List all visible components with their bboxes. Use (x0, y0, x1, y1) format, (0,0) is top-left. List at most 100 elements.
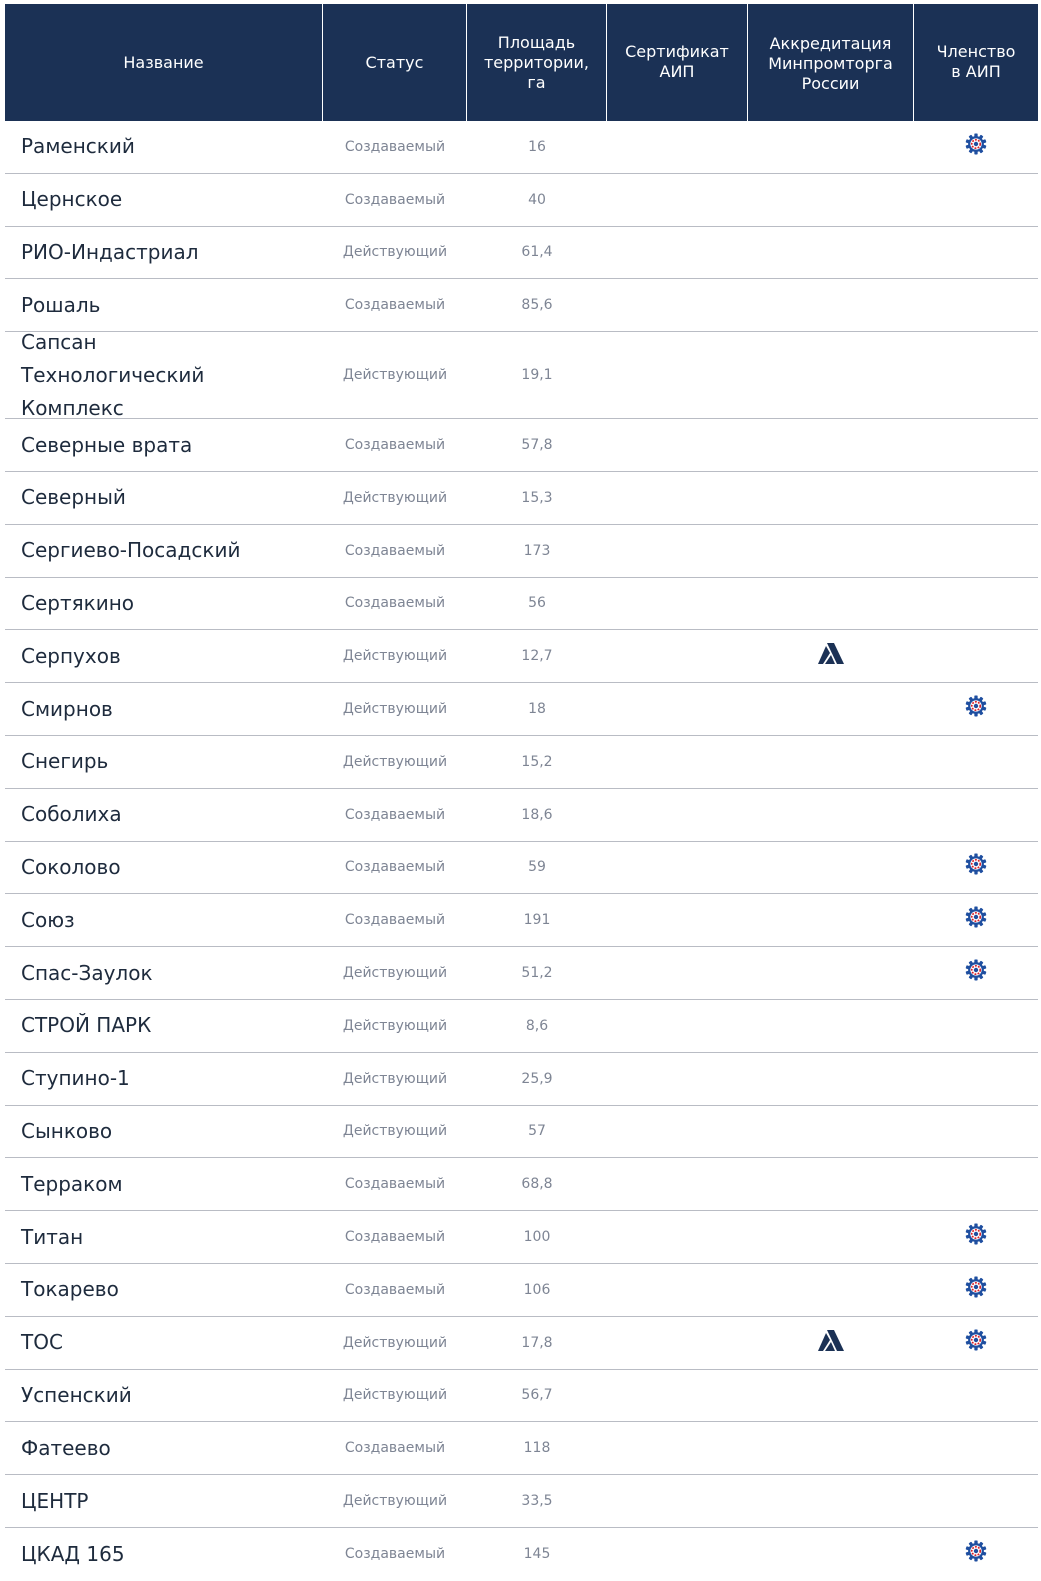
park-area: 40 (528, 191, 546, 208)
table-row: Соколово Создаваемый 59 (5, 842, 1038, 895)
aip-member-gear-icon (965, 695, 987, 717)
header-status: Статус (323, 4, 467, 121)
park-area: 15,3 (521, 489, 553, 506)
membership-cell (914, 133, 1038, 155)
aip-member-gear-icon (965, 133, 987, 155)
park-status: Действующий (342, 1070, 448, 1087)
table-row: Соболиха Создаваемый 18,6 (5, 789, 1038, 842)
table-row: Фатеево Создаваемый 118 (5, 1422, 1038, 1476)
park-status: Создаваемый (344, 806, 446, 823)
table-row: Смирнов Действующий 18 (5, 683, 1038, 736)
park-status: Действующий (342, 648, 448, 665)
park-name: ЦКАД 165 (21, 1541, 125, 1566)
table-row: Северный Действующий 15,3 (5, 472, 1038, 525)
park-name: Сертякино (21, 590, 135, 615)
table-row: Снегирь Действующий 15,2 (5, 736, 1038, 789)
park-area: 15,2 (521, 753, 553, 770)
park-name: Раменский (21, 134, 135, 159)
park-status: Действующий (342, 244, 448, 261)
aip-member-gear-icon (965, 959, 987, 981)
park-status: Создаваемый (344, 912, 446, 929)
accreditation-cell (748, 1329, 914, 1353)
park-name: Титан (21, 1224, 84, 1249)
park-name: Сергиево-Посадский (21, 538, 241, 563)
table-row: Сынково Действующий 57 (5, 1106, 1038, 1159)
park-area: 173 (523, 542, 551, 559)
park-name: Сапсан Технологический Комплекс (21, 329, 205, 420)
park-area: 118 (523, 1440, 551, 1457)
park-status: Создаваемый (344, 1546, 446, 1563)
park-area: 191 (523, 912, 551, 929)
accreditation-cell (748, 643, 914, 666)
park-area: 59 (528, 859, 546, 876)
table-row: Союз Создаваемый 191 (5, 894, 1038, 948)
park-area: 61,4 (521, 244, 553, 261)
park-area: 19,1 (521, 367, 553, 384)
park-status: Создаваемый (344, 138, 446, 155)
park-status: Действующий (342, 1123, 448, 1140)
park-status: Действующий (342, 1334, 448, 1351)
park-name: Соболиха (21, 802, 122, 827)
membership-cell (914, 1276, 1038, 1298)
park-name: Серпухов (21, 643, 121, 668)
park-status: Действующий (342, 965, 448, 982)
aip-member-gear-icon (965, 1329, 987, 1351)
park-name: СТРОЙ ПАРК (21, 1013, 152, 1038)
aip-member-gear-icon (965, 1276, 987, 1298)
park-area: 12,7 (521, 648, 553, 665)
table-row: Спас-Заулок Действующий 51,2 (5, 947, 1038, 1000)
park-name: Терраком (21, 1171, 123, 1196)
table-row: ЦЕНТР Действующий 33,5 (5, 1475, 1038, 1528)
table-row: Северные врата Создаваемый 57,8 (5, 419, 1038, 472)
table-row: Цернское Создаваемый 40 (5, 174, 1038, 227)
table-row: Сапсан Технологический Комплекс Действую… (5, 330, 1038, 420)
park-name: РИО-Индастриал (21, 239, 199, 264)
table-row: ЦКАД 165 Создаваемый 145 (5, 1528, 1038, 1581)
park-area: 18 (528, 701, 546, 718)
header-area: Площадь территории, га (467, 4, 607, 121)
park-name: Снегирь (21, 749, 109, 774)
table-row: Ступино-1 Действующий 25,9 (5, 1053, 1038, 1106)
park-name: Спас-Заулок (21, 960, 153, 985)
park-area: 16 (528, 138, 546, 155)
park-area: 68,8 (521, 1176, 553, 1193)
park-status: Действующий (342, 367, 448, 384)
park-name: Успенский (21, 1382, 132, 1407)
park-status: Создаваемый (344, 1176, 446, 1193)
park-status: Создаваемый (344, 595, 446, 612)
park-status: Действующий (342, 489, 448, 506)
park-status: Действующий (342, 753, 448, 770)
park-area: 57 (528, 1123, 546, 1140)
park-area: 145 (523, 1546, 551, 1563)
table-header: Название Статус Площадь территории, га С… (5, 4, 1038, 121)
park-status: Создаваемый (344, 1440, 446, 1457)
park-name: Фатеево (21, 1435, 111, 1460)
park-area: 106 (523, 1281, 551, 1298)
park-name: Северные врата (21, 432, 193, 457)
header-certificate: Сертификат АИП (607, 4, 748, 121)
park-area: 85,6 (521, 297, 553, 314)
park-status: Создаваемый (344, 1281, 446, 1298)
park-area: 51,2 (521, 965, 553, 982)
membership-cell (914, 854, 1038, 875)
park-name: Смирнов (21, 696, 113, 721)
table-row: Титан Создаваемый 100 (5, 1211, 1038, 1264)
park-name: ТОС (21, 1330, 63, 1355)
park-area: 25,9 (521, 1070, 553, 1087)
park-name: Рошаль (21, 292, 101, 317)
parks-table: Название Статус Площадь территории, га С… (5, 4, 1038, 1581)
table-row: Раменский Создаваемый 16 (5, 121, 1038, 174)
park-name: Ступино-1 (21, 1066, 130, 1091)
park-area: 8,6 (525, 1017, 549, 1034)
aip-member-gear-icon (965, 906, 987, 928)
minpromtorg-accreditation-icon (818, 643, 844, 665)
park-name: Соколово (21, 854, 121, 879)
park-status: Действующий (342, 1017, 448, 1034)
park-status: Создаваемый (344, 859, 446, 876)
table-row: Сертякино Создаваемый 56 (5, 578, 1038, 631)
table-row: Сергиево-Посадский Создаваемый 173 (5, 525, 1038, 578)
membership-cell (914, 1540, 1038, 1562)
table-body: Раменский Создаваемый 16 Цернское Создав… (5, 121, 1038, 1581)
park-area: 33,5 (521, 1493, 553, 1510)
park-status: Действующий (342, 1387, 448, 1404)
